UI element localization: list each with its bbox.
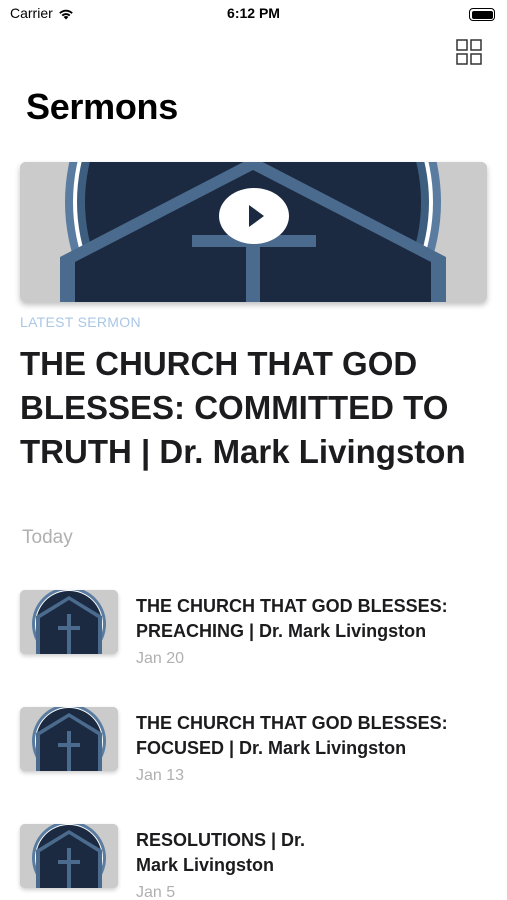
play-icon: [219, 188, 289, 244]
grid-view-icon: [456, 39, 482, 65]
latest-sermon-label: LATEST SERMON: [20, 314, 141, 330]
status-bar: Carrier 6:12 PM: [0, 0, 507, 30]
sermon-list-item[interactable]: THE CHURCH THAT GOD BLESSES: FOCUSED | D…: [20, 707, 490, 807]
sermon-title: THE CHURCH THAT GOD BLESSES: FOCUSED | D…: [136, 713, 448, 758]
grid-view-button[interactable]: [455, 38, 483, 66]
sermon-list-item[interactable]: RESOLUTIONS | Dr. Mark Livingston Jan 5: [20, 824, 490, 900]
church-logo-thumbnail: [20, 707, 118, 771]
sermons-screen: Carrier 6:12 PM Sermons LATEST SERMON TH…: [0, 0, 507, 900]
sermon-date: Jan 5: [136, 884, 176, 900]
clock: 6:12 PM: [227, 5, 280, 21]
sermon-date: Jan 13: [136, 767, 185, 784]
church-logo-thumbnail: [20, 590, 118, 654]
battery-level: [471, 10, 493, 19]
sermon-thumbnail: [20, 824, 118, 888]
featured-sermon-title[interactable]: THE CHURCH THAT GOD BLESSES: COMMITTED T…: [20, 342, 490, 474]
sermon-list-item[interactable]: THE CHURCH THAT GOD BLESSES: PREACHING |…: [20, 590, 490, 690]
play-button[interactable]: [218, 187, 290, 245]
sermon-date: Jan 20: [136, 650, 185, 667]
sermon-title: RESOLUTIONS | Dr. Mark Livingston: [136, 830, 306, 875]
battery-icon: [469, 8, 495, 21]
sermon-thumbnail: [20, 707, 118, 771]
sermon-title: THE CHURCH THAT GOD BLESSES: PREACHING |…: [136, 596, 448, 641]
featured-sermon-date: Today: [22, 527, 73, 548]
page-title: Sermons: [26, 86, 178, 127]
church-logo-thumbnail: [20, 824, 118, 888]
sermon-thumbnail: [20, 590, 118, 654]
